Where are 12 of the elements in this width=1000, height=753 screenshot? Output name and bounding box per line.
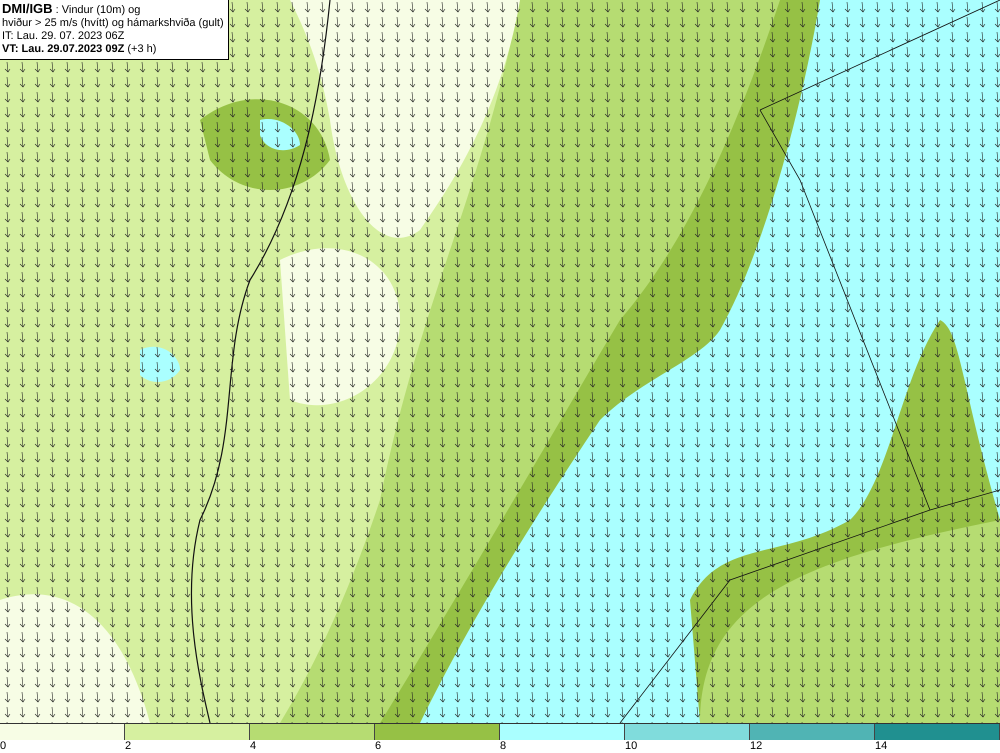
legend-label: 2	[125, 740, 132, 752]
legend-label: 8	[500, 740, 506, 752]
title-line: DMI/IGB : Vindur (10m) og	[2, 2, 142, 17]
legend-label: 6	[375, 740, 382, 752]
title-line: IT: Lau. 29. 07. 2023 06Z	[2, 30, 126, 43]
legend-label: 0	[0, 740, 6, 752]
title-line: VT: Lau. 29.07.2023 09Z (+3 h)	[2, 43, 158, 56]
legend-label: 4	[250, 740, 256, 752]
legend-label: 10	[625, 740, 638, 752]
legend-label: 12	[750, 740, 762, 752]
title-line: hviður > 25 m/s (hvítt) og hámarkshviða (gult)	[2, 17, 224, 30]
legend-label: 14	[875, 740, 888, 752]
